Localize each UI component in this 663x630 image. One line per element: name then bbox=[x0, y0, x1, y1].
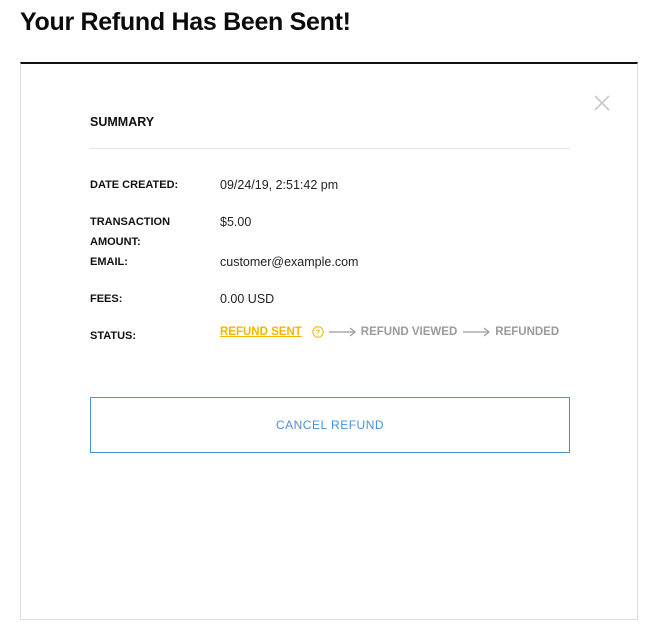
arrow-right-icon bbox=[463, 327, 491, 337]
email-label: EMAIL: bbox=[90, 256, 128, 268]
status-label: STATUS: bbox=[90, 330, 137, 342]
svg-text:?: ? bbox=[316, 330, 320, 337]
summary-divider bbox=[90, 148, 570, 149]
summary-title: SUMMARY bbox=[90, 115, 155, 129]
status-step-refunded: REFUNDED bbox=[495, 326, 560, 338]
transaction-amount-label-line2: AMOUNT: bbox=[90, 236, 141, 248]
arrow-right-icon bbox=[328, 327, 356, 337]
info-circle-icon[interactable]: ? bbox=[312, 326, 324, 338]
refund-summary-card: SUMMARY DATE CREATED: 09/24/19, 2:51:42 … bbox=[20, 62, 638, 620]
fees-value: 0.00 USD bbox=[220, 292, 275, 306]
status-step-refund-viewed: REFUND VIEWED bbox=[360, 326, 458, 338]
email-value: customer@example.com bbox=[220, 255, 359, 269]
status-progress: REFUND SENT ? REFUND VIEWED REFUNDED bbox=[220, 326, 559, 338]
transaction-amount-value: $5.00 bbox=[220, 215, 252, 229]
status-step-refund-sent[interactable]: REFUND SENT bbox=[220, 326, 302, 338]
cancel-refund-button[interactable]: CANCEL REFUND bbox=[90, 397, 570, 453]
fees-label: FEES: bbox=[90, 293, 123, 305]
date-created-label: DATE CREATED: bbox=[90, 179, 179, 191]
transaction-amount-label: TRANSACTION AMOUNT: bbox=[90, 212, 200, 252]
page-title: Your Refund Has Been Sent! bbox=[20, 8, 351, 36]
transaction-amount-label-line1: TRANSACTION bbox=[90, 216, 171, 228]
date-created-value: 09/24/19, 2:51:42 pm bbox=[220, 178, 339, 192]
close-icon[interactable] bbox=[591, 92, 613, 114]
